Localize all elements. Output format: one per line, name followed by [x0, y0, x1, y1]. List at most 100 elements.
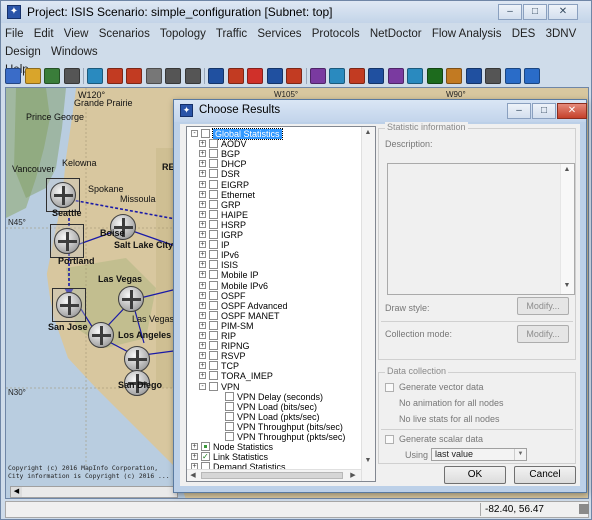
router-node-san-jose[interactable]: [56, 292, 82, 318]
tree-item[interactable]: + RIPNG: [187, 341, 361, 351]
tree-checkbox[interactable]: [209, 320, 218, 330]
ip-icon[interactable]: [286, 68, 302, 84]
tree-checkbox[interactable]: [209, 280, 218, 290]
tree-item[interactable]: + ISIS: [187, 260, 361, 270]
tree-checkbox[interactable]: [209, 310, 218, 320]
rtr-icon[interactable]: [247, 68, 263, 84]
generate-vector-checkbox[interactable]: [385, 383, 394, 392]
web-report-icon[interactable]: [407, 68, 423, 84]
scroll-right-arrow-icon[interactable]: ▶: [347, 470, 359, 481]
expand-icon[interactable]: +: [199, 301, 206, 309]
zoom-out-icon[interactable]: [184, 68, 201, 84]
object-palette-icon[interactable]: [87, 68, 103, 84]
tree-checkbox[interactable]: [209, 331, 218, 340]
tree-item[interactable]: + IPv6: [187, 250, 361, 260]
collapse-icon[interactable]: -: [191, 130, 198, 137]
tree-item[interactable]: - Global Statistics: [187, 128, 361, 140]
using-select[interactable]: last value ▼: [431, 448, 527, 461]
tree-item[interactable]: + IP: [187, 240, 361, 250]
tree-checkbox[interactable]: [225, 421, 234, 431]
tree-item[interactable]: + AODV: [187, 139, 361, 149]
collapse-icon[interactable]: -: [199, 382, 206, 390]
tree-item[interactable]: + TCP: [187, 361, 361, 371]
zoom-in-icon[interactable]: [165, 68, 181, 84]
tree-item[interactable]: VPN Throughput (bits/sec): [187, 421, 361, 432]
tree-checkbox[interactable]: [209, 159, 218, 169]
tree-item[interactable]: + PIM-SM: [187, 320, 361, 331]
expand-icon[interactable]: +: [199, 200, 206, 208]
statistics-icon[interactable]: [387, 68, 404, 84]
expand-icon[interactable]: +: [191, 453, 198, 461]
expand-icon[interactable]: +: [199, 241, 206, 249]
expand-icon[interactable]: +: [191, 443, 198, 451]
menu-windows[interactable]: Windows: [51, 46, 98, 58]
statistics-tree[interactable]: - Global Statistics + AODV + BGP + DHCP + DSR + EIG…: [186, 126, 376, 482]
tree-item[interactable]: + DHCP: [187, 159, 361, 169]
tree-checkbox[interactable]: [209, 250, 218, 260]
tree-item[interactable]: + Mobile IPv6: [187, 280, 361, 291]
zoom-icon[interactable]: [145, 68, 162, 84]
description-text-area[interactable]: ▲ ▼: [387, 163, 575, 295]
tree-checkbox[interactable]: [209, 371, 218, 381]
compare-icon[interactable]: [368, 68, 384, 84]
router-node-sacramento[interactable]: [88, 322, 114, 348]
ipv6-icon[interactable]: [266, 68, 283, 84]
link-icon[interactable]: [106, 68, 123, 84]
menu-file[interactable]: File: [5, 28, 24, 40]
new-project-icon[interactable]: [5, 68, 21, 84]
tree-checkbox[interactable]: [225, 432, 234, 441]
configure-sim-icon[interactable]: [208, 68, 224, 84]
save-icon[interactable]: [44, 68, 60, 84]
maximize-button[interactable]: □: [523, 4, 547, 20]
auto-icon[interactable]: [426, 68, 443, 84]
tree-item[interactable]: + RSVP: [187, 351, 361, 361]
expand-icon[interactable]: +: [199, 180, 206, 188]
des-icon[interactable]: [524, 68, 540, 84]
menu-protocols[interactable]: Protocols: [312, 28, 360, 40]
tree-item[interactable]: + Node Statistics: [187, 442, 361, 452]
dialog-maximize-button[interactable]: □: [532, 103, 556, 119]
expand-icon[interactable]: +: [199, 332, 206, 339]
tree-checkbox[interactable]: [225, 401, 234, 411]
tree-checkbox[interactable]: ✓: [201, 452, 210, 462]
router-node-portland[interactable]: [54, 228, 80, 254]
expand-icon[interactable]: +: [199, 261, 206, 269]
topology-icon[interactable]: [329, 68, 345, 84]
expand-icon[interactable]: +: [199, 251, 206, 259]
results-icon[interactable]: [348, 68, 365, 84]
expand-icon[interactable]: +: [199, 190, 206, 198]
expand-icon[interactable]: +: [199, 352, 206, 360]
tree-horizontal-scrollbar[interactable]: ◀ ▶: [187, 469, 361, 481]
tree-item[interactable]: + DSR: [187, 169, 361, 179]
expand-icon[interactable]: +: [199, 342, 206, 350]
scroll-up-arrow-icon[interactable]: ▲: [362, 127, 374, 139]
address-icon[interactable]: [446, 68, 462, 84]
tree-checkbox[interactable]: [209, 381, 218, 391]
flow-icon[interactable]: [309, 68, 326, 84]
tree-checkbox[interactable]: [209, 199, 218, 209]
expand-icon[interactable]: +: [199, 140, 206, 148]
expand-icon[interactable]: +: [199, 281, 206, 289]
menu-scenarios[interactable]: Scenarios: [99, 28, 150, 40]
expand-icon[interactable]: +: [199, 150, 206, 158]
router-node-las-vegas[interactable]: [118, 286, 144, 312]
tree-item[interactable]: VPN Load (bits/sec): [187, 401, 361, 412]
draw-style-modify-button[interactable]: Modify...: [517, 297, 569, 315]
tree-checkbox[interactable]: [225, 411, 234, 421]
tree-checkbox[interactable]: [201, 129, 210, 138]
menu-services[interactable]: Services: [257, 28, 301, 40]
expand-icon[interactable]: +: [199, 220, 206, 228]
dialog-close-button[interactable]: ✕: [557, 103, 587, 119]
menu-3dnv[interactable]: 3DNV: [546, 28, 577, 40]
tree-item[interactable]: + TORA_IMEP: [187, 371, 361, 381]
expand-icon[interactable]: +: [199, 321, 206, 329]
router-node-seattle[interactable]: [50, 182, 76, 208]
tree-item[interactable]: VPN Load (pkts/sec): [187, 411, 361, 422]
menu-des[interactable]: DES: [512, 28, 536, 40]
tree-checkbox[interactable]: [209, 240, 218, 250]
tree-item[interactable]: + ✓ Link Statistics: [187, 452, 361, 462]
tree-checkbox[interactable]: [209, 169, 218, 179]
tree-item[interactable]: + Ethernet: [187, 189, 361, 200]
ok-button[interactable]: OK: [444, 466, 506, 484]
tree-checkbox[interactable]: [209, 139, 218, 149]
